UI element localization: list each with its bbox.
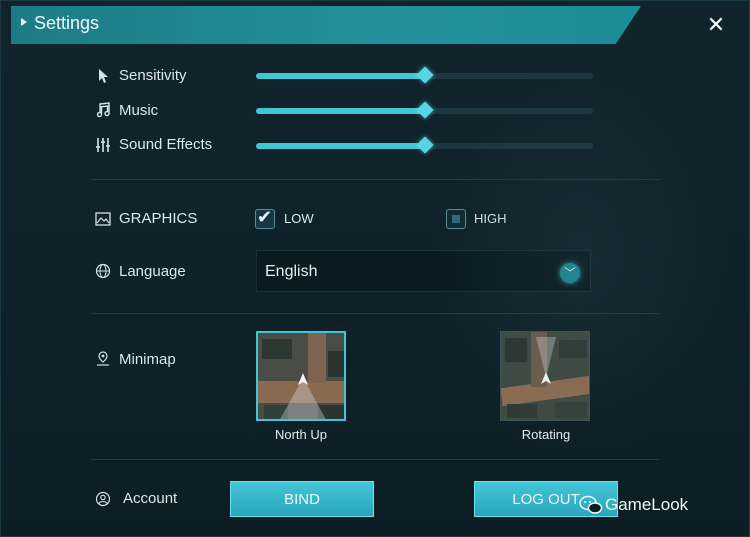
slider-knob[interactable]: [416, 136, 434, 154]
graphics-low-label: LOW: [284, 211, 314, 226]
sensitivity-slider[interactable]: [256, 66, 593, 84]
slider-knob[interactable]: [416, 101, 434, 119]
close-icon[interactable]: ✕: [701, 11, 731, 39]
slider-fill: [256, 143, 425, 149]
map-pin-icon: [97, 351, 109, 366]
music-slider[interactable]: [256, 101, 593, 119]
minimap-north-up-label: North Up: [274, 427, 328, 442]
equalizer-icon: [96, 138, 110, 152]
minimap-preview-rotating: [501, 332, 589, 420]
music-label: Music: [119, 102, 159, 119]
user-circle-icon: [95, 491, 111, 507]
sensitivity-label: Sensitivity: [119, 67, 187, 84]
graphics-low-checkbox[interactable]: ✔: [255, 207, 275, 229]
language-value: English: [265, 263, 318, 280]
title-arrow-icon: [21, 18, 27, 26]
sound-effects-label: Sound Effects: [119, 136, 213, 153]
music-note-icon: [96, 102, 110, 118]
minimap-preview-north-up: [258, 333, 344, 419]
image-icon: [95, 212, 111, 226]
chevron-down-icon[interactable]: ﹀: [560, 263, 580, 283]
minimap-label: Minimap: [119, 351, 176, 368]
slider-fill: [256, 108, 425, 114]
wechat-icon: [579, 495, 603, 514]
slider-fill: [256, 73, 425, 79]
globe-icon: [95, 263, 111, 279]
cursor-icon: [99, 69, 108, 83]
divider: [91, 459, 659, 460]
title-bar: [11, 6, 641, 44]
sound-effects-slider[interactable]: [256, 136, 593, 154]
bind-button[interactable]: BIND: [230, 481, 374, 517]
checkmark-icon: ✔: [257, 207, 273, 227]
divider: [91, 313, 659, 314]
minimap-rotating-option[interactable]: [500, 331, 590, 421]
watermark-text: GameLook: [605, 495, 689, 514]
settings-panel: Settings ✕ Sensitivity Music Sound Effec…: [0, 0, 750, 537]
minimap-rotating-label: Rotating: [521, 427, 571, 442]
account-label: Account: [123, 490, 178, 507]
page-title: Settings: [34, 13, 100, 33]
divider: [91, 179, 659, 180]
checkbox-dot: [452, 215, 460, 223]
graphics-label: GRAPHICS: [119, 210, 198, 227]
language-label: Language: [119, 263, 186, 280]
language-select[interactable]: English ﹀: [256, 250, 591, 292]
graphics-high-label: HIGH: [474, 211, 507, 226]
minimap-north-up-option[interactable]: [256, 331, 346, 421]
graphics-high-checkbox[interactable]: [446, 209, 466, 229]
slider-knob[interactable]: [416, 66, 434, 84]
